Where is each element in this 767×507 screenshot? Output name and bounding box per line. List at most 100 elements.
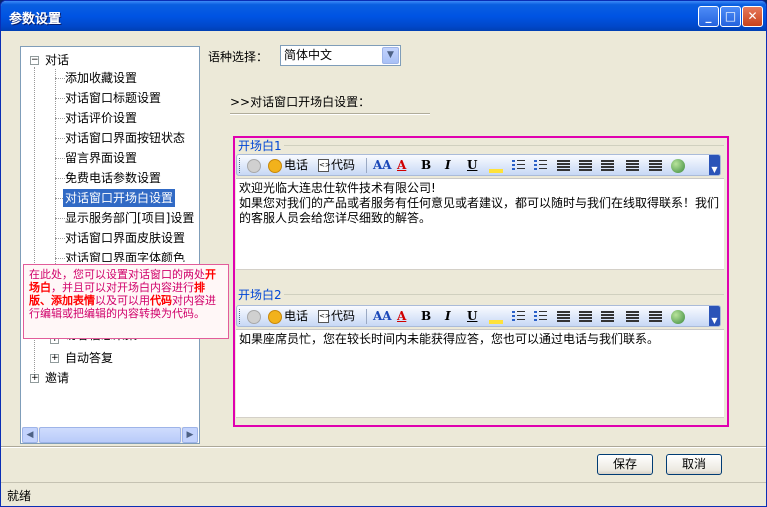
tree-guide (55, 98, 65, 99)
chevron-down-icon[interactable]: ▼ (382, 47, 399, 64)
toolbar-grip[interactable] (239, 158, 242, 173)
language-value: 简体中文 (284, 48, 333, 62)
tree-hscrollbar[interactable]: ◀ ▶ (22, 427, 198, 443)
indent-icon[interactable] (649, 308, 662, 325)
font-size-icon[interactable]: AA (373, 157, 392, 174)
underline-icon[interactable]: U (467, 308, 477, 325)
scroll-thumb[interactable] (39, 427, 181, 443)
tree-guide (55, 78, 65, 79)
tree-item[interactable]: 对话评价设置 (65, 109, 137, 127)
editor-border (236, 417, 724, 421)
phone-label: 电话 (284, 309, 309, 323)
greeting1-toolbar: 电话 <>代码 AA A B I U ▼ (236, 154, 721, 176)
tree-item[interactable]: 免费电话参数设置 (65, 169, 161, 187)
tree-item-selected[interactable]: 对话窗口开场白设置 (63, 189, 176, 207)
save-button[interactable]: 保存 (597, 454, 653, 475)
tree-guide (55, 238, 65, 239)
tooltip-text: 以及可以用 (95, 294, 150, 307)
greeting1-label: 开场白1 (238, 139, 282, 153)
tree-guide (55, 178, 65, 179)
toolbar-overflow-icon[interactable]: ▼ (709, 155, 720, 175)
maximize-button[interactable]: □ (720, 6, 741, 27)
align-right-icon[interactable] (601, 308, 614, 325)
highlight-icon[interactable] (489, 308, 503, 325)
tree-item[interactable]: 显示服务部门[项目]设置 (65, 209, 194, 227)
section-title: >>对话窗口开场白设置： (230, 95, 371, 109)
scroll-left-button[interactable]: ◀ (22, 427, 38, 443)
bullet-list-icon[interactable] (534, 308, 547, 325)
code-label: 代码 (331, 158, 356, 172)
language-label: 语种选择： (208, 50, 269, 64)
emoticon-icon[interactable] (247, 157, 261, 174)
tooltip-bold: 代码 (150, 294, 172, 307)
tree-item[interactable]: 对话窗口界面按钮状态 (65, 129, 185, 147)
greeting2-line1: 如果座席员忙，您在较长时间内未能获得应答，您也可以通过电话与我们联系。 (239, 332, 660, 346)
tree-item[interactable]: 留言界面设置 (65, 149, 137, 167)
italic-icon[interactable]: I (445, 308, 451, 325)
tooltip-text: ，并且可以对开场白内容进行 (51, 281, 194, 294)
minimize-button[interactable]: _ (698, 6, 719, 27)
language-select[interactable]: 简体中文 ▼ (280, 45, 401, 66)
link-icon[interactable] (671, 308, 685, 325)
phone-button[interactable]: 电话 (268, 157, 308, 174)
align-center-icon[interactable] (579, 308, 592, 325)
greeting1-editor[interactable]: 欢迎光临大连忠仕软件技术有限公司! 如果您对我们的产品或者服务有任何意见或者建议… (236, 178, 724, 269)
underline-icon[interactable]: U (467, 157, 477, 174)
tree-item-dialog[interactable]: 对话 (45, 51, 69, 69)
font-size-icon[interactable]: AA (373, 308, 392, 325)
emoticon-icon[interactable] (247, 308, 261, 325)
code-label: 代码 (331, 309, 356, 323)
tree-guide (55, 118, 65, 119)
numbered-list-icon[interactable] (512, 308, 525, 325)
toolbar-separator (366, 158, 367, 173)
tree-item[interactable]: 对话窗口标题设置 (65, 89, 161, 107)
numbered-list-icon[interactable] (512, 157, 525, 174)
link-icon[interactable] (671, 157, 685, 174)
scroll-right-button[interactable]: ▶ (182, 427, 198, 443)
expand-icon[interactable]: + (50, 354, 59, 363)
font-color-icon[interactable]: A (397, 157, 406, 174)
font-color-icon[interactable]: A (397, 308, 406, 325)
tree-item[interactable]: 添加收藏设置 (65, 69, 137, 87)
cancel-button[interactable]: 取消 (666, 454, 722, 475)
tree-guide (55, 158, 65, 159)
title-bar[interactable]: 参数设置 _ □ ✕ (1, 1, 766, 31)
close-button[interactable]: ✕ (742, 6, 763, 27)
outdent-icon[interactable] (626, 157, 639, 174)
align-right-icon[interactable] (601, 157, 614, 174)
footer-divider (1, 446, 766, 448)
highlight-icon[interactable] (489, 157, 503, 174)
greeting2-editor[interactable]: 如果座席员忙，您在较长时间内未能获得应答，您也可以通过电话与我们联系。 (236, 329, 724, 417)
outdent-icon[interactable] (626, 308, 639, 325)
tree-guide (55, 218, 65, 219)
phone-button[interactable]: 电话 (268, 308, 308, 325)
code-button[interactable]: <>代码 (318, 157, 355, 174)
tree-guide (55, 258, 65, 259)
code-button[interactable]: <>代码 (318, 308, 355, 325)
greeting1-line2: 如果您对我们的产品或者服务有任何意见或者建议，都可以随时与我们在线取得联系！我们… (239, 196, 720, 225)
bullet-list-icon[interactable] (534, 157, 547, 174)
expand-icon[interactable]: + (30, 374, 39, 383)
editor-border (236, 269, 724, 273)
greeting1-line1: 欢迎光临大连忠仕软件技术有限公司! (239, 181, 436, 195)
indent-icon[interactable] (649, 157, 662, 174)
align-left-icon[interactable] (557, 308, 570, 325)
align-left-icon[interactable] (557, 157, 570, 174)
tree-item[interactable]: 自动答复 (65, 349, 113, 367)
status-text: 就绪 (7, 489, 32, 503)
greeting2-toolbar: 电话 <>代码 AA A B I U ▼ (236, 305, 721, 327)
align-center-icon[interactable] (579, 157, 592, 174)
settings-tree[interactable]: − 对话 添加收藏设置 对话窗口标题设置 对话评价设置 对话窗口界面按钮状态 留… (20, 46, 200, 444)
tree-guide (55, 138, 65, 139)
status-bar: 就绪 (1, 482, 766, 506)
collapse-icon[interactable]: − (30, 56, 39, 65)
bold-icon[interactable]: B (421, 157, 431, 174)
tree-item[interactable]: 对话窗口界面字体颜色 (65, 249, 185, 262)
italic-icon[interactable]: I (445, 157, 451, 174)
window-title: 参数设置 (9, 12, 62, 27)
toolbar-grip[interactable] (239, 309, 242, 324)
tree-item[interactable]: 对话窗口界面皮肤设置 (65, 229, 185, 247)
bold-icon[interactable]: B (421, 308, 431, 325)
tree-item-invite[interactable]: 邀请 (45, 369, 69, 387)
toolbar-overflow-icon[interactable]: ▼ (709, 306, 720, 326)
